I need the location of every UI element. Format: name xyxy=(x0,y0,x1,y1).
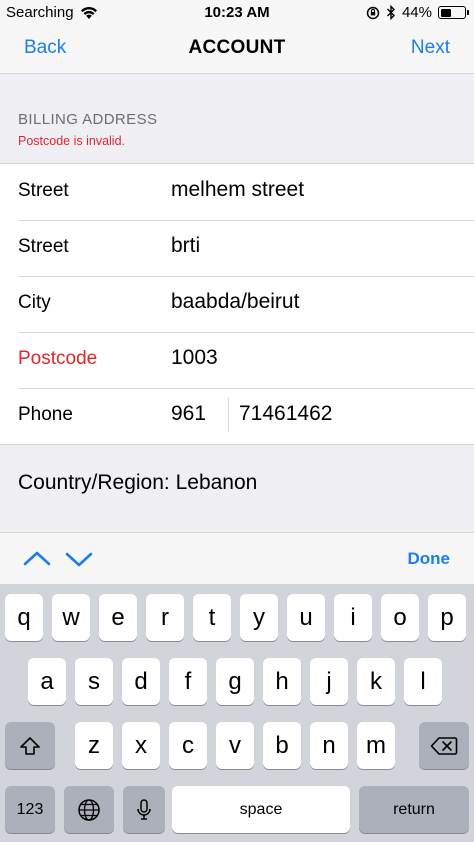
key-o[interactable]: o xyxy=(381,594,419,641)
keyboard-toolbar: Done xyxy=(0,532,474,584)
battery-percent: 44% xyxy=(401,4,432,21)
country-region-row[interactable]: Country/Region: Lebanon xyxy=(0,437,474,532)
postcode-field[interactable]: 1003 xyxy=(171,346,218,370)
city-field[interactable]: baabda/beirut xyxy=(171,290,299,314)
microphone-icon xyxy=(137,798,151,820)
key-c[interactable]: c xyxy=(169,722,207,769)
key-z[interactable]: z xyxy=(75,722,113,769)
status-right: 44% xyxy=(366,4,469,21)
key-b[interactable]: b xyxy=(263,722,301,769)
battery-icon xyxy=(438,6,469,19)
key-q[interactable]: q xyxy=(5,594,43,641)
street2-field[interactable]: brti xyxy=(171,234,200,258)
nav-bar: Back ACCOUNT Next xyxy=(0,26,474,74)
numbers-key[interactable]: 123 xyxy=(5,786,55,833)
key-t[interactable]: t xyxy=(193,594,231,641)
space-key[interactable]: space xyxy=(172,786,350,833)
phone-row[interactable]: Phone 961 71461462 xyxy=(0,388,474,444)
key-d[interactable]: d xyxy=(122,658,160,705)
return-key[interactable]: return xyxy=(359,786,469,833)
key-v[interactable]: v xyxy=(216,722,254,769)
key-g[interactable]: g xyxy=(216,658,254,705)
backspace-key[interactable] xyxy=(419,722,469,769)
section-title: BILLING ADDRESS xyxy=(18,111,158,128)
keyboard: q w e r t y u i o p a s d f g h j k l z … xyxy=(0,584,474,842)
globe-key[interactable] xyxy=(64,786,114,833)
page-title: ACCOUNT xyxy=(188,37,286,58)
shift-icon xyxy=(20,736,40,755)
key-f[interactable]: f xyxy=(169,658,207,705)
key-y[interactable]: y xyxy=(240,594,278,641)
globe-icon xyxy=(78,798,100,821)
orientation-lock-icon xyxy=(366,6,380,19)
validation-error: Postcode is invalid. xyxy=(18,134,126,148)
battery-level xyxy=(440,8,451,17)
country-region-label: Country/Region: Lebanon xyxy=(18,471,258,494)
postcode-label: Postcode xyxy=(18,348,98,369)
street2-row[interactable]: Street brti xyxy=(0,220,474,276)
key-s[interactable]: s xyxy=(75,658,113,705)
status-bar: Searching 10:23 AM 44% xyxy=(0,0,474,26)
key-l[interactable]: l xyxy=(404,658,442,705)
key-m[interactable]: m xyxy=(357,722,395,769)
chevron-down-icon[interactable] xyxy=(64,545,94,573)
chevron-up-icon[interactable] xyxy=(22,545,52,573)
key-h[interactable]: h xyxy=(263,658,301,705)
backspace-icon xyxy=(430,736,458,755)
bluetooth-icon xyxy=(386,5,395,20)
phone-divider xyxy=(228,398,229,432)
key-j[interactable]: j xyxy=(310,658,348,705)
key-i[interactable]: i xyxy=(334,594,372,641)
key-e[interactable]: e xyxy=(99,594,137,641)
city-label: City xyxy=(18,292,51,313)
street-label: Street xyxy=(18,180,69,201)
next-button[interactable]: Next xyxy=(411,37,450,59)
city-row[interactable]: City baabda/beirut xyxy=(0,276,474,332)
postcode-row[interactable]: Postcode 1003 xyxy=(0,332,474,388)
key-n[interactable]: n xyxy=(310,722,348,769)
shift-key[interactable] xyxy=(5,722,55,769)
key-u[interactable]: u xyxy=(287,594,325,641)
phone-label: Phone xyxy=(18,404,73,425)
key-a[interactable]: a xyxy=(28,658,66,705)
done-button[interactable]: Done xyxy=(408,549,451,569)
phone-number-field[interactable]: 71461462 xyxy=(239,402,332,426)
key-w[interactable]: w xyxy=(52,594,90,641)
key-k[interactable]: k xyxy=(357,658,395,705)
street-row[interactable]: Street melhem street xyxy=(0,164,474,220)
key-r[interactable]: r xyxy=(146,594,184,641)
street-field[interactable]: melhem street xyxy=(171,178,304,202)
key-p[interactable]: p xyxy=(428,594,466,641)
street2-label: Street xyxy=(18,236,69,257)
dictation-key[interactable] xyxy=(123,786,165,833)
billing-section-header: BILLING ADDRESS Postcode is invalid. xyxy=(0,75,474,163)
billing-form: Street melhem street Street brti City ba… xyxy=(0,163,474,445)
phone-country-code-field[interactable]: 961 xyxy=(171,402,206,426)
key-x[interactable]: x xyxy=(122,722,160,769)
